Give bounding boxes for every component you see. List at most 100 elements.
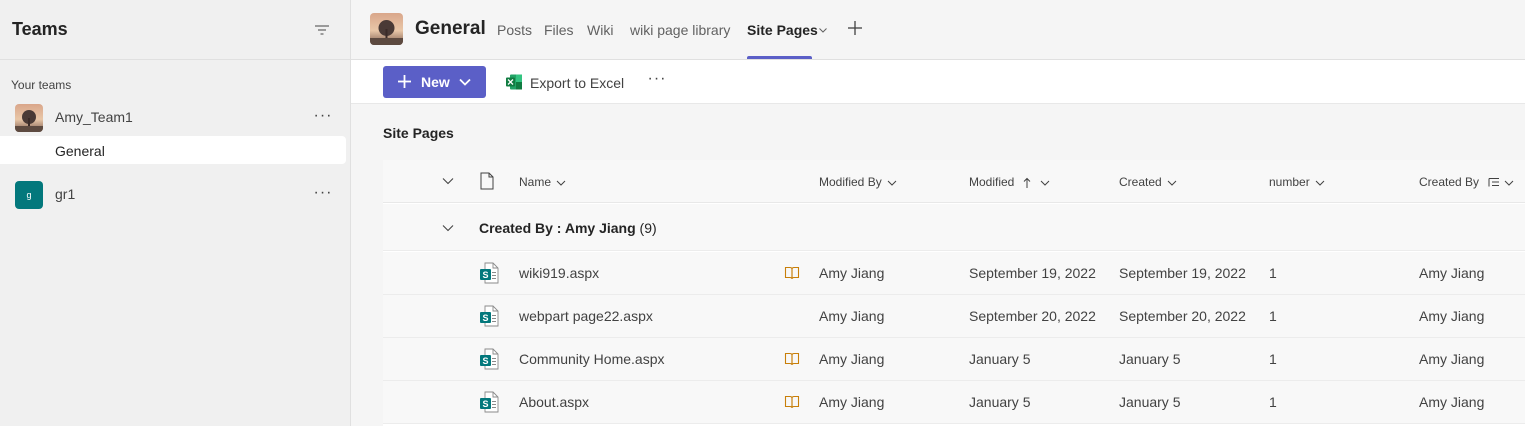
cell-modified: January 5 [969, 394, 1031, 410]
chevron-down-icon [556, 180, 566, 186]
site-pages-list: Name Modified By Modified Created number… [383, 160, 1525, 426]
column-header-created[interactable]: Created [1119, 175, 1177, 189]
chevron-down-icon [1040, 180, 1050, 186]
chevron-down-icon[interactable] [441, 174, 455, 188]
column-header-modified-by[interactable]: Modified By [819, 175, 897, 189]
cell-modified: September 19, 2022 [969, 265, 1096, 281]
chevron-down-icon [459, 78, 471, 86]
column-header-created-by[interactable]: Created By [1419, 175, 1514, 189]
table-row[interactable]: S About.aspx Amy Jiang January 5 January 5 1 A… [383, 381, 1525, 424]
file-icon [480, 172, 494, 190]
team-item-amy-team1[interactable]: Amy_Team1 ··· [0, 99, 346, 135]
column-header-modified[interactable]: Modified [969, 175, 1050, 189]
sharepoint-page-icon: S [480, 305, 499, 327]
tab-wiki-page-library[interactable]: wiki page library [630, 22, 730, 38]
active-tab-indicator [747, 56, 812, 59]
export-to-excel-label: Export to Excel [530, 75, 625, 91]
teams-sidebar: Teams Your teams Amy_Team1 ··· General g… [0, 0, 351, 426]
cell-modified: September 20, 2022 [969, 308, 1096, 324]
cell-created: September 20, 2022 [1119, 308, 1246, 324]
cell-number: 1 [1269, 308, 1277, 324]
team-item-gr1[interactable]: g gr1 ··· [0, 176, 346, 212]
more-icon[interactable]: ··· [312, 107, 334, 127]
cell-created-by: Amy Jiang [1419, 394, 1485, 410]
table-row[interactable]: S Community Home.aspx Amy Jiang January 5 Ja… [383, 338, 1525, 381]
filter-icon[interactable] [312, 20, 332, 40]
sidebar-header: Teams [0, 0, 350, 60]
table-row[interactable]: Swiki919.aspx Amy Jiang September 19, 2022… [383, 252, 1525, 295]
chevron-down-icon [1167, 180, 1177, 186]
sharepoint-page-icon: S [480, 262, 499, 284]
cell-number: 1 [1269, 351, 1277, 367]
svg-text:S: S [482, 313, 488, 323]
sort-up-icon [1023, 177, 1031, 188]
book-icon[interactable] [784, 265, 800, 281]
add-icon [398, 75, 411, 88]
sharepoint-page-icon: S [480, 391, 499, 413]
add-icon[interactable] [846, 19, 864, 37]
excel-icon [506, 74, 522, 90]
cell-modified: January 5 [969, 351, 1031, 367]
team-avatar [15, 104, 43, 132]
cell-modified-by: Amy Jiang [819, 351, 885, 367]
channel-item-general[interactable]: General [0, 136, 346, 164]
cell-number: 1 [1269, 265, 1277, 281]
group-by-icon [1488, 178, 1500, 187]
column-header-label: number [1269, 175, 1310, 189]
command-bar: New Export to Excel ··· [351, 60, 1525, 104]
group-count: (9) [639, 220, 657, 236]
more-icon[interactable]: ··· [312, 184, 334, 204]
cell-name: About.aspx [519, 394, 590, 410]
tab-posts[interactable]: Posts [497, 22, 532, 38]
column-header-label: Created By [1419, 175, 1480, 189]
book-icon[interactable] [784, 394, 800, 410]
column-header-name[interactable]: Name [519, 175, 566, 189]
table-row[interactable]: Swebpart page22.aspx Amy Jiang September 2… [383, 295, 1525, 338]
sharepoint-page-icon: S [480, 348, 499, 370]
column-header-label: Name [519, 175, 552, 189]
svg-text:S: S [482, 399, 488, 409]
chevron-down-icon [1505, 180, 1514, 186]
sidebar-title: Teams [12, 19, 68, 39]
chevron-down-icon[interactable] [441, 221, 455, 235]
cell-created-by: Amy Jiang [1419, 308, 1485, 324]
cell-name: Community Home.aspx [519, 351, 665, 367]
group-label: Created By : Amy Jiang (9) [479, 220, 657, 236]
column-header-number[interactable]: number [1269, 175, 1325, 189]
cell-modified-by: Amy Jiang [819, 308, 885, 324]
tab-site-pages[interactable]: Site Pages [747, 22, 818, 38]
cell-created: January 5 [1119, 394, 1181, 410]
chevron-down-icon[interactable] [818, 25, 828, 35]
cell-created-by: Amy Jiang [1419, 351, 1485, 367]
column-header-label: Created [1119, 175, 1162, 189]
cell-created-by: Amy Jiang [1419, 265, 1485, 281]
cell-modified-by: Amy Jiang [819, 394, 885, 410]
your-teams-label: Your teams [11, 78, 72, 92]
column-header-label: Modified By [819, 175, 882, 189]
list-title: Site Pages [383, 125, 454, 141]
book-icon[interactable] [784, 351, 800, 367]
channel-name: General [55, 143, 105, 159]
team-avatar: g [15, 181, 43, 209]
chevron-down-icon [887, 180, 897, 186]
cell-modified-by: Amy Jiang [819, 265, 885, 281]
group-header-created-by: Created By : Amy Jiang (9) [383, 204, 1525, 251]
cell-created: September 19, 2022 [1119, 265, 1246, 281]
group-name: Created By : Amy Jiang [479, 220, 636, 236]
channel-avatar [370, 13, 403, 45]
column-header-label: Modified [969, 175, 1015, 189]
svg-text:S: S [482, 270, 488, 280]
site-pages-content: Site Pages Name Modified By Modified Cre… [351, 104, 1525, 426]
tab-files[interactable]: Files [544, 22, 574, 38]
cell-number: 1 [1269, 394, 1277, 410]
team-name: gr1 [55, 186, 76, 202]
export-to-excel-button[interactable]: Export to Excel [505, 66, 635, 98]
cell-name: webpart page22.aspx [519, 308, 653, 324]
channel-title: General [415, 18, 486, 39]
new-button[interactable]: New [383, 66, 486, 98]
tab-wiki[interactable]: Wiki [587, 22, 613, 38]
more-icon[interactable]: ··· [646, 70, 668, 92]
new-button-label: New [421, 74, 450, 90]
cell-name: wiki919.aspx [519, 265, 600, 281]
channel-header: General Posts Files Wiki wiki page libra… [351, 0, 1525, 60]
